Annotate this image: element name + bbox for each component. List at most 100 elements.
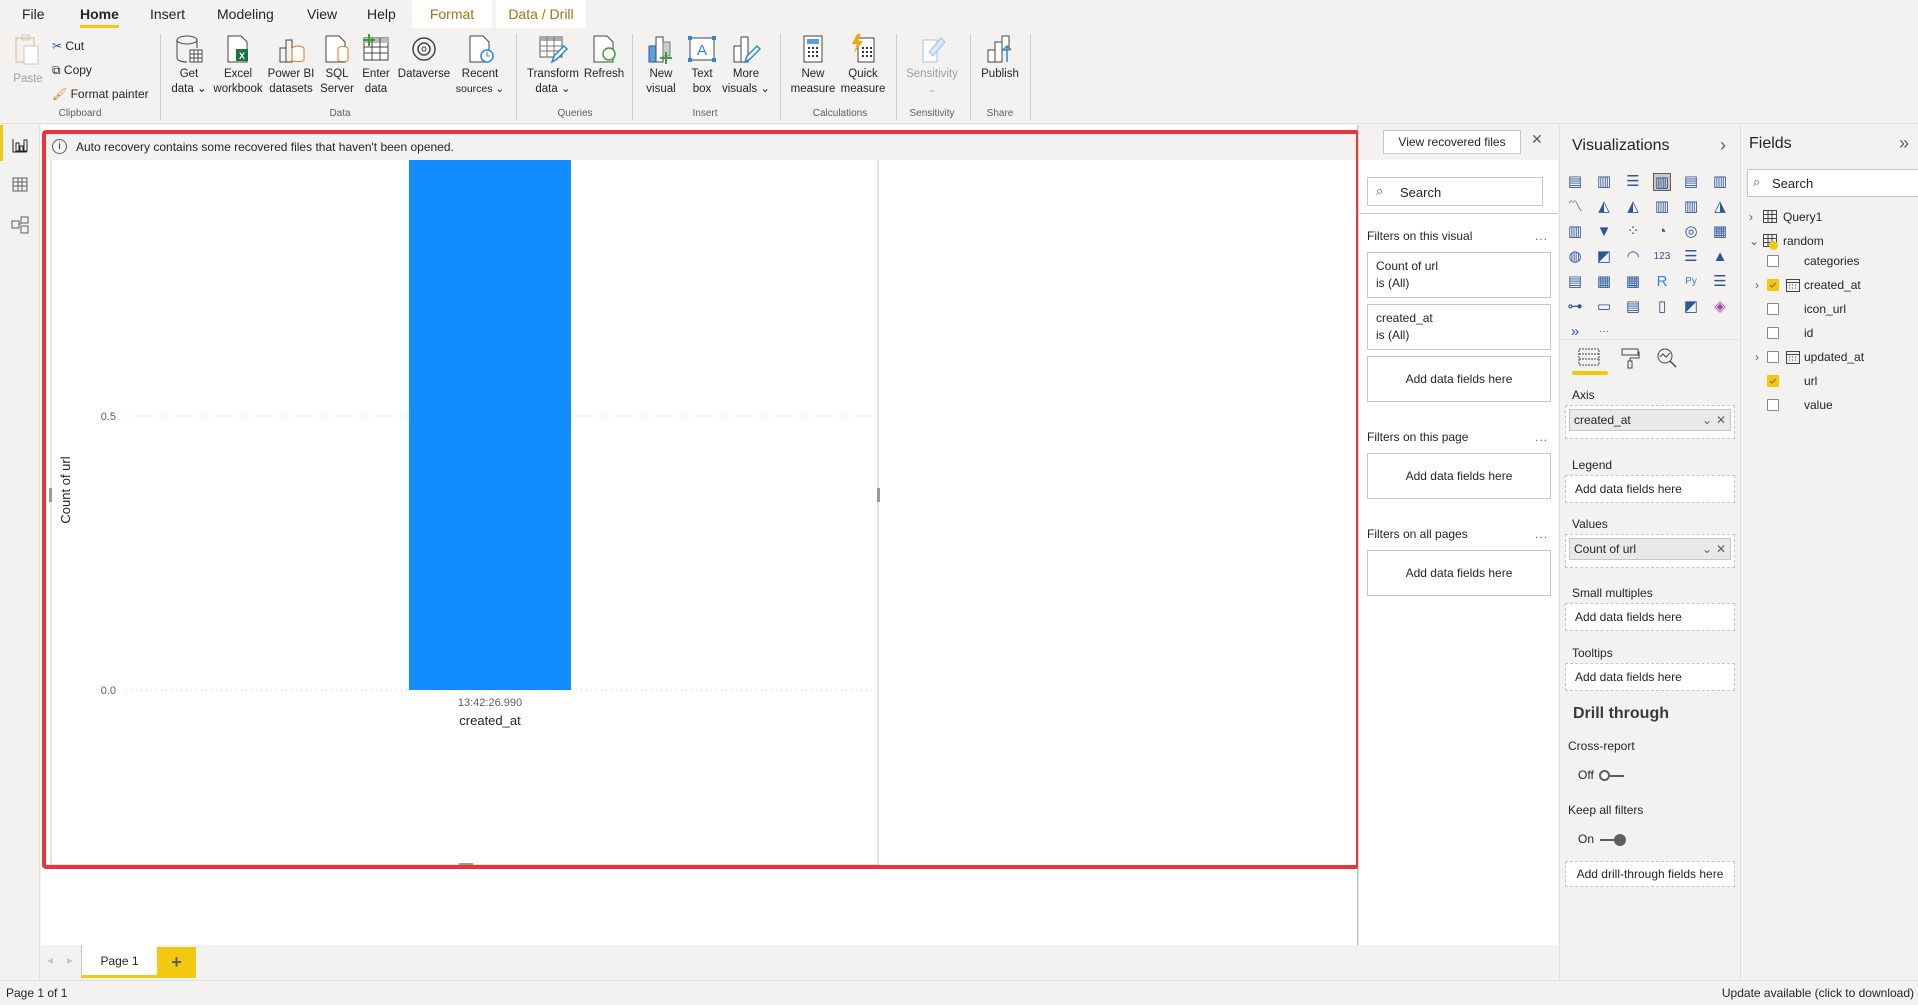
python-visual-icon[interactable]: Py: [1682, 273, 1700, 291]
tab-help[interactable]: Help: [355, 0, 408, 28]
remove-field-icon[interactable]: ✕: [1716, 410, 1726, 430]
paste-button[interactable]: Paste: [10, 34, 46, 87]
new-visual-button[interactable]: New visual: [640, 34, 682, 97]
get-data-button[interactable]: Get data ⌄: [168, 34, 210, 97]
area-chart-icon[interactable]: ◭: [1595, 198, 1613, 216]
axis-field-chip[interactable]: created_at ⌄ ✕: [1569, 409, 1731, 431]
publish-button[interactable]: Publish: [976, 34, 1024, 82]
stacked-column-chart-icon[interactable]: ▥: [1595, 173, 1613, 191]
new-measure-button[interactable]: New measure: [788, 34, 838, 97]
checkbox[interactable]: [1767, 303, 1779, 315]
report-view-icon[interactable]: [10, 135, 30, 155]
gauge-icon[interactable]: ◠: [1624, 248, 1642, 266]
chevron-right-icon[interactable]: ›: [1749, 210, 1753, 224]
filter-card-count-of-url[interactable]: Count of url is (All): [1367, 252, 1551, 298]
scatter-chart-icon[interactable]: ⁘: [1624, 223, 1642, 241]
checkbox[interactable]: [1767, 399, 1779, 411]
qa-icon[interactable]: ▭: [1595, 298, 1613, 316]
chevron-right-icon[interactable]: ›: [1755, 276, 1759, 294]
drill-through-well[interactable]: Add drill-through fields here: [1565, 861, 1735, 887]
clustered-column-chart-icon[interactable]: ▥: [1653, 173, 1671, 191]
checkbox[interactable]: [1767, 327, 1779, 339]
filter-search-input[interactable]: ⌕ Search: [1367, 177, 1543, 206]
bar-chart[interactable]: 0.00.51.0 13:42:26.990 Count of url crea…: [46, 160, 886, 870]
field-url[interactable]: url: [1749, 372, 1914, 390]
tab-view[interactable]: View: [295, 0, 349, 28]
field-id[interactable]: id: [1749, 324, 1914, 342]
stacked-bar-chart-icon[interactable]: ▤: [1566, 173, 1584, 191]
field-value[interactable]: value: [1749, 396, 1914, 414]
filled-map-icon[interactable]: ◩: [1595, 248, 1613, 266]
table-icon[interactable]: ▦: [1595, 273, 1613, 291]
arcgis-map-icon[interactable]: ◩: [1682, 298, 1700, 316]
fields-search-input[interactable]: ⌕ Search: [1747, 169, 1918, 197]
add-visual-filter-dropzone[interactable]: Add data fields here: [1367, 356, 1551, 402]
values-field-chip[interactable]: Count of url ⌄ ✕: [1569, 538, 1731, 560]
card-icon[interactable]: 123: [1653, 248, 1671, 266]
data-view-icon[interactable]: [10, 175, 30, 195]
filter-card-created-at[interactable]: created_at is (All): [1367, 304, 1551, 350]
analytics-icon[interactable]: [1656, 347, 1678, 372]
bar[interactable]: [409, 160, 571, 690]
field-updated-at[interactable]: › updated_at: [1749, 348, 1914, 366]
r-visual-icon[interactable]: R: [1653, 273, 1671, 291]
recent-sources-button[interactable]: Recent sources ⌄: [454, 34, 506, 97]
values-well[interactable]: Count of url ⌄ ✕: [1565, 534, 1735, 568]
field-created-at[interactable]: › created_at: [1749, 276, 1914, 294]
line-chart-icon[interactable]: 〽: [1566, 198, 1584, 216]
copy-button[interactable]: ⧉ Copy: [52, 60, 92, 80]
cross-report-toggle[interactable]: Off: [1578, 768, 1638, 784]
power-bi-datasets-button[interactable]: Power BI datasets: [266, 34, 316, 97]
line-stacked-column-icon[interactable]: ▥: [1682, 198, 1700, 216]
transform-data-button[interactable]: Transform data ⌄: [524, 34, 582, 97]
tab-modeling[interactable]: Modeling: [205, 0, 286, 28]
add-report-filter-dropzone[interactable]: Add data fields here: [1367, 550, 1551, 596]
tab-data-drill[interactable]: Data / Drill: [496, 0, 586, 28]
collapse-visualizations-icon[interactable]: ›: [1720, 135, 1726, 156]
checkbox[interactable]: [1767, 279, 1779, 291]
view-recovered-files-button[interactable]: View recovered files: [1383, 130, 1521, 154]
100-stacked-bar-chart-icon[interactable]: ▤: [1682, 173, 1700, 191]
map-icon[interactable]: ◍: [1566, 248, 1584, 266]
line-clustered-column-icon[interactable]: ▥: [1653, 198, 1671, 216]
more-visuals-button[interactable]: More visuals ⌄: [722, 34, 770, 97]
fields-tab-icon[interactable]: [1578, 347, 1600, 370]
update-available-link[interactable]: Update available (click to download): [1722, 981, 1914, 1005]
model-view-icon[interactable]: [10, 215, 30, 235]
tooltips-well[interactable]: Add data fields here: [1565, 663, 1735, 691]
checkbox[interactable]: [1767, 375, 1779, 387]
cut-button[interactable]: ✂ Cut: [52, 36, 84, 56]
checkbox[interactable]: [1767, 255, 1779, 267]
waterfall-chart-icon[interactable]: ▥: [1566, 223, 1584, 241]
add-page-filter-dropzone[interactable]: Add data fields here: [1367, 453, 1551, 499]
field-categories[interactable]: categories: [1749, 252, 1914, 270]
more-options-icon[interactable]: ...: [1535, 430, 1548, 444]
slicer-icon[interactable]: ▤: [1566, 273, 1584, 291]
add-page-button[interactable]: +: [157, 947, 196, 978]
legend-well[interactable]: Add data fields here: [1565, 475, 1735, 503]
sensitivity-button[interactable]: Sensitivity ⌄: [902, 34, 962, 97]
remove-field-icon[interactable]: ✕: [1716, 539, 1726, 559]
clustered-bar-chart-icon[interactable]: ☰: [1624, 173, 1642, 191]
chevron-right-icon[interactable]: ›: [1755, 348, 1759, 366]
pie-chart-icon[interactable]: ◔: [1653, 223, 1671, 241]
matrix-icon[interactable]: ▦: [1624, 273, 1642, 291]
more-options-icon[interactable]: ...: [1535, 229, 1548, 243]
power-apps-icon[interactable]: ◈: [1711, 298, 1729, 316]
dataverse-button[interactable]: Dataverse: [396, 34, 452, 82]
text-box-button[interactable]: A Text box: [684, 34, 720, 97]
sql-server-button[interactable]: SQL Server: [318, 34, 356, 97]
tab-home[interactable]: Home: [68, 0, 131, 28]
chevron-down-icon[interactable]: ⌄: [1749, 234, 1759, 248]
100-stacked-column-chart-icon[interactable]: ▥: [1711, 173, 1729, 191]
page-tab-page-1[interactable]: Page 1: [81, 945, 157, 978]
refresh-button[interactable]: Refresh: [582, 34, 626, 82]
more-options-icon[interactable]: ...: [1535, 527, 1548, 541]
paginated-report-icon[interactable]: ▯: [1653, 298, 1671, 316]
chevron-down-icon[interactable]: ⌄: [1702, 410, 1712, 430]
treemap-icon[interactable]: ▦: [1711, 223, 1729, 241]
table-random[interactable]: ⌄ random: [1749, 232, 1909, 250]
donut-chart-icon[interactable]: ◎: [1682, 223, 1700, 241]
next-page-icon[interactable]: ▸: [67, 953, 73, 967]
axis-well[interactable]: created_at ⌄ ✕: [1565, 405, 1735, 439]
